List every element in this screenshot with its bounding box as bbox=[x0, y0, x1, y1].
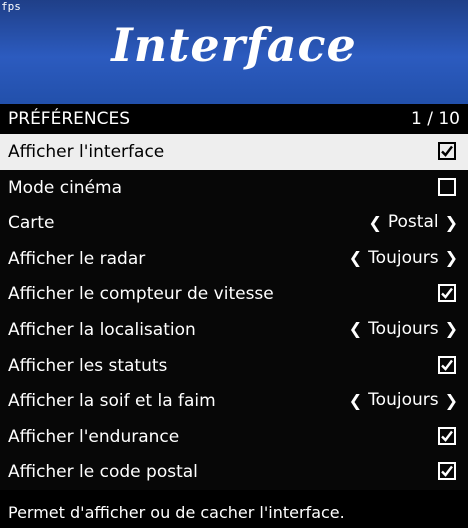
menu-item-label: Afficher le compteur de vitesse bbox=[8, 284, 274, 305]
menu-item-afficher-endurance[interactable]: Afficher l'endurance bbox=[0, 419, 468, 455]
menu-item-afficher-radar[interactable]: Afficher le radar ❮ Toujours ❯ bbox=[0, 241, 468, 277]
menu-item-label: Afficher les statuts bbox=[8, 355, 168, 376]
menu-item-label: Afficher la localisation bbox=[8, 319, 196, 340]
chevron-left-icon[interactable]: ❮ bbox=[349, 391, 362, 410]
fps-counter: fps bbox=[1, 0, 21, 13]
menu-item-label: Carte bbox=[8, 213, 55, 234]
chevron-left-icon[interactable]: ❮ bbox=[368, 213, 381, 232]
menu-item-label: Afficher l'interface bbox=[8, 142, 165, 162]
checkmark-icon bbox=[441, 430, 453, 442]
list-value: Toujours bbox=[368, 390, 439, 411]
list-value: Toujours bbox=[368, 247, 439, 268]
menu-item-afficher-interface[interactable]: Afficher l'interface bbox=[0, 134, 468, 170]
list-value: Toujours bbox=[368, 318, 439, 339]
chevron-right-icon[interactable]: ❯ bbox=[445, 391, 458, 410]
menu-item-afficher-compteur[interactable]: Afficher le compteur de vitesse bbox=[0, 276, 468, 312]
chevron-left-icon[interactable]: ❮ bbox=[349, 319, 362, 338]
checkmark-icon bbox=[441, 466, 453, 478]
checkbox[interactable] bbox=[438, 426, 456, 445]
checkmark-icon bbox=[441, 359, 453, 371]
menu-item-label: Afficher le code postal bbox=[8, 462, 198, 483]
menu-item-afficher-statuts[interactable]: Afficher les statuts bbox=[0, 348, 468, 384]
chevron-right-icon[interactable]: ❯ bbox=[445, 248, 458, 267]
menu-item-label: Afficher le radar bbox=[8, 248, 146, 269]
item-counter: 1 / 10 bbox=[411, 109, 460, 129]
menu-item-label: Afficher l'endurance bbox=[8, 426, 180, 447]
checkbox[interactable] bbox=[438, 462, 456, 481]
checkbox[interactable] bbox=[438, 142, 456, 160]
menu-item-afficher-soif-faim[interactable]: Afficher la soif et la faim ❮ Toujours ❯ bbox=[0, 383, 468, 419]
checkbox[interactable] bbox=[438, 284, 456, 303]
menu-item-label: Mode cinéma bbox=[8, 177, 123, 198]
banner-title: Interface bbox=[111, 18, 357, 72]
list-selector[interactable]: ❮ Toujours ❯ bbox=[349, 248, 458, 268]
description-bar: Permet d'afficher ou de cacher l'interfa… bbox=[0, 496, 468, 528]
menu-header: PRÉFÉRENCES 1 / 10 bbox=[0, 104, 468, 134]
list-value: Postal bbox=[387, 212, 439, 233]
menu-item-carte[interactable]: Carte ❮ Postal ❯ bbox=[0, 205, 468, 241]
menu-item-label: Afficher la soif et la faim bbox=[8, 391, 216, 412]
section-title: PRÉFÉRENCES bbox=[8, 109, 130, 129]
chevron-right-icon[interactable]: ❯ bbox=[445, 213, 458, 232]
checkbox[interactable] bbox=[438, 355, 456, 374]
item-description: Permet d'afficher ou de cacher l'interfa… bbox=[8, 503, 345, 522]
menu-item-afficher-localisation[interactable]: Afficher la localisation ❮ Toujours ❯ bbox=[0, 312, 468, 348]
checkbox[interactable] bbox=[438, 177, 456, 196]
list-selector[interactable]: ❮ Postal ❯ bbox=[368, 212, 458, 232]
menu-item-mode-cinema[interactable]: Mode cinéma bbox=[0, 170, 468, 206]
list-selector[interactable]: ❮ Toujours ❯ bbox=[349, 319, 458, 339]
checkmark-icon bbox=[441, 145, 453, 157]
menu-item-afficher-code-postal[interactable]: Afficher le code postal bbox=[0, 454, 468, 490]
chevron-left-icon[interactable]: ❮ bbox=[349, 248, 362, 267]
checkmark-icon bbox=[441, 288, 453, 300]
menu-list: Afficher l'interface Mode cinéma Carte ❮… bbox=[0, 134, 468, 490]
list-selector[interactable]: ❮ Toujours ❯ bbox=[349, 390, 458, 410]
menu-banner: Interface bbox=[0, 0, 468, 104]
chevron-right-icon[interactable]: ❯ bbox=[445, 319, 458, 338]
